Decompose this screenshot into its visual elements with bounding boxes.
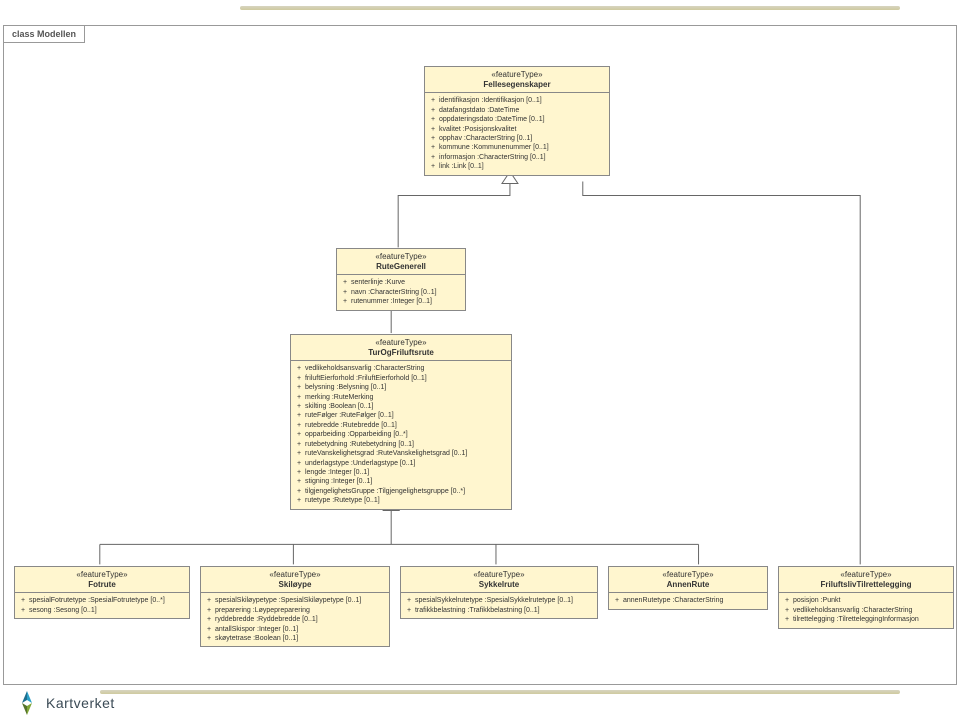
attr-text: rutebredde :Rutebredde [0..1] xyxy=(305,422,397,429)
diagram-frame: class Modellen «featureType» Fellesegens… xyxy=(3,25,957,685)
class-name: AnnenRute xyxy=(615,580,761,590)
class-friluftslivtilrettelegging: «featureType» FriluftslivTilrettelegging… xyxy=(778,566,954,629)
class-name: TurOgFriluftsrute xyxy=(297,348,505,358)
attr-text: link :Link [0..1] xyxy=(439,163,484,170)
stereotype-label: «featureType» xyxy=(207,570,383,580)
stereotype-label: «featureType» xyxy=(431,70,603,80)
attr-text: preparering :Løypepreparering xyxy=(215,607,310,614)
attr-text: datafangstdato :DateTime xyxy=(439,107,519,114)
attr-text: stigning :Integer [0..1] xyxy=(305,478,372,485)
logo-text: Kartverket xyxy=(46,695,115,711)
class-rutegenerell: «featureType» RuteGenerell + senterlinje… xyxy=(336,248,466,311)
attr-text: antallSkispor :Integer [0..1] xyxy=(215,626,298,633)
class-attributes: + posisjon :Punkt + vedlikeholdsansvarli… xyxy=(779,593,953,627)
class-attributes: + senterlinje :Kurve + navn :CharacterSt… xyxy=(337,275,465,309)
decorative-rule-bottom xyxy=(100,690,900,694)
class-header: «featureType» TurOgFriluftsrute xyxy=(291,335,511,361)
attr-text: vedlikeholdsansvarlig :CharacterString xyxy=(793,607,912,614)
class-header: «featureType» FriluftslivTilrettelegging xyxy=(779,567,953,593)
attr-text: belysning :Belysning [0..1] xyxy=(305,384,386,391)
attr-text: navn :CharacterString [0..1] xyxy=(351,289,437,296)
attr-text: ruteVanskelighetsgrad :RuteVanskelighets… xyxy=(305,450,467,457)
attr-text: oppdateringsdato :DateTime [0..1] xyxy=(439,116,545,123)
attr-text: rutetype :Rutetype [0..1] xyxy=(305,497,380,504)
attr-text: sesong :Sesong [0..1] xyxy=(29,607,97,614)
class-attributes: + identifikasjon :Identifikasjon [0..1] … xyxy=(425,93,609,175)
stereotype-label: «featureType» xyxy=(21,570,183,580)
attr-text: friluftEierforhold :FriluftEierforhold [… xyxy=(305,375,427,382)
class-turogfriluftsrute: «featureType» TurOgFriluftsrute + vedlik… xyxy=(290,334,512,510)
class-name: Fellesegenskaper xyxy=(431,80,603,90)
attr-text: ryddebredde :Ryddebredde [0..1] xyxy=(215,616,318,623)
class-header: «featureType» AnnenRute xyxy=(609,567,767,593)
stereotype-label: «featureType» xyxy=(343,252,459,262)
attr-text: ruteFølger :RuteFølger [0..1] xyxy=(305,412,394,419)
stereotype-label: «featureType» xyxy=(297,338,505,348)
attr-text: kvalitet :Posisjonskvalitet xyxy=(439,126,516,133)
logo: Kartverket xyxy=(14,690,115,716)
attr-text: tilgjengelighetsGruppe :Tilgjengelighets… xyxy=(305,488,465,495)
class-header: «featureType» Fellesegenskaper xyxy=(425,67,609,93)
attr-text: tilrettelegging :TilretteleggingInformas… xyxy=(793,616,919,623)
attr-text: rutebetydning :Rutebetydning [0..1] xyxy=(305,441,414,448)
attr-text: posisjon :Punkt xyxy=(793,597,840,604)
attr-text: skøytetrase :Boolean [0..1] xyxy=(215,635,298,642)
attr-text: vedlikeholdsansvarlig :CharacterString xyxy=(305,365,424,372)
class-fellesegenskaper: «featureType» Fellesegenskaper + identif… xyxy=(424,66,610,176)
attr-text: annenRutetype :CharacterString xyxy=(623,597,723,604)
class-attributes: + spesialSkiløypetype :SpesialSkiløypety… xyxy=(201,593,389,646)
stereotype-label: «featureType» xyxy=(615,570,761,580)
class-annenrute: «featureType» AnnenRute + annenRutetype … xyxy=(608,566,768,610)
class-header: «featureType» Skiløype xyxy=(201,567,389,593)
attr-text: lengde :Integer [0..1] xyxy=(305,469,369,476)
class-header: «featureType» RuteGenerell xyxy=(337,249,465,275)
class-fotrute: «featureType» Fotrute + spesialFotrutety… xyxy=(14,566,190,619)
compass-icon xyxy=(14,690,40,716)
class-name: Fotrute xyxy=(21,580,183,590)
decorative-rule-top xyxy=(240,6,900,10)
attr-text: informasjon :CharacterString [0..1] xyxy=(439,154,546,161)
attr-text: senterlinje :Kurve xyxy=(351,279,405,286)
attr-text: spesialSykkelrutetype :SpesialSykkelrute… xyxy=(415,597,573,604)
class-attributes: + spesialFotrutetype :SpesialFotrutetype… xyxy=(15,593,189,618)
class-skiloype: «featureType» Skiløype + spesialSkiløype… xyxy=(200,566,390,647)
attr-text: trafikkbelastning :Trafikkbelastning [0.… xyxy=(415,607,540,614)
class-attributes: + annenRutetype :CharacterString xyxy=(609,593,767,608)
class-name: FriluftslivTilrettelegging xyxy=(785,580,947,590)
attr-text: kommune :Kommunenummer [0..1] xyxy=(439,144,549,151)
attr-text: spesialSkiløypetype :SpesialSkiløypetype… xyxy=(215,597,361,604)
class-name: RuteGenerell xyxy=(343,262,459,272)
attr-text: skilting :Boolean [0..1] xyxy=(305,403,374,410)
attr-text: opphav :CharacterString [0..1] xyxy=(439,135,532,142)
stereotype-label: «featureType» xyxy=(407,570,591,580)
class-name: Skiløype xyxy=(207,580,383,590)
class-name: Sykkelrute xyxy=(407,580,591,590)
attr-text: opparbeiding :Opparbeiding [0..*] xyxy=(305,431,408,438)
attr-text: underlagstype :Underlagstype [0..1] xyxy=(305,460,416,467)
class-header: «featureType» Fotrute xyxy=(15,567,189,593)
stereotype-label: «featureType» xyxy=(785,570,947,580)
class-sykkelrute: «featureType» Sykkelrute + spesialSykkel… xyxy=(400,566,598,619)
class-attributes: + vedlikeholdsansvarlig :CharacterString… xyxy=(291,361,511,509)
attr-text: spesialFotrutetype :SpesialFotrutetype [… xyxy=(29,597,165,604)
class-header: «featureType» Sykkelrute xyxy=(401,567,597,593)
class-attributes: + spesialSykkelrutetype :SpesialSykkelru… xyxy=(401,593,597,618)
attr-text: rutenummer :Integer [0..1] xyxy=(351,298,432,305)
attr-text: merking :RuteMerking xyxy=(305,394,373,401)
attr-text: identifikasjon :Identifikasjon [0..1] xyxy=(439,97,542,104)
diagram-frame-label: class Modellen xyxy=(3,25,85,43)
